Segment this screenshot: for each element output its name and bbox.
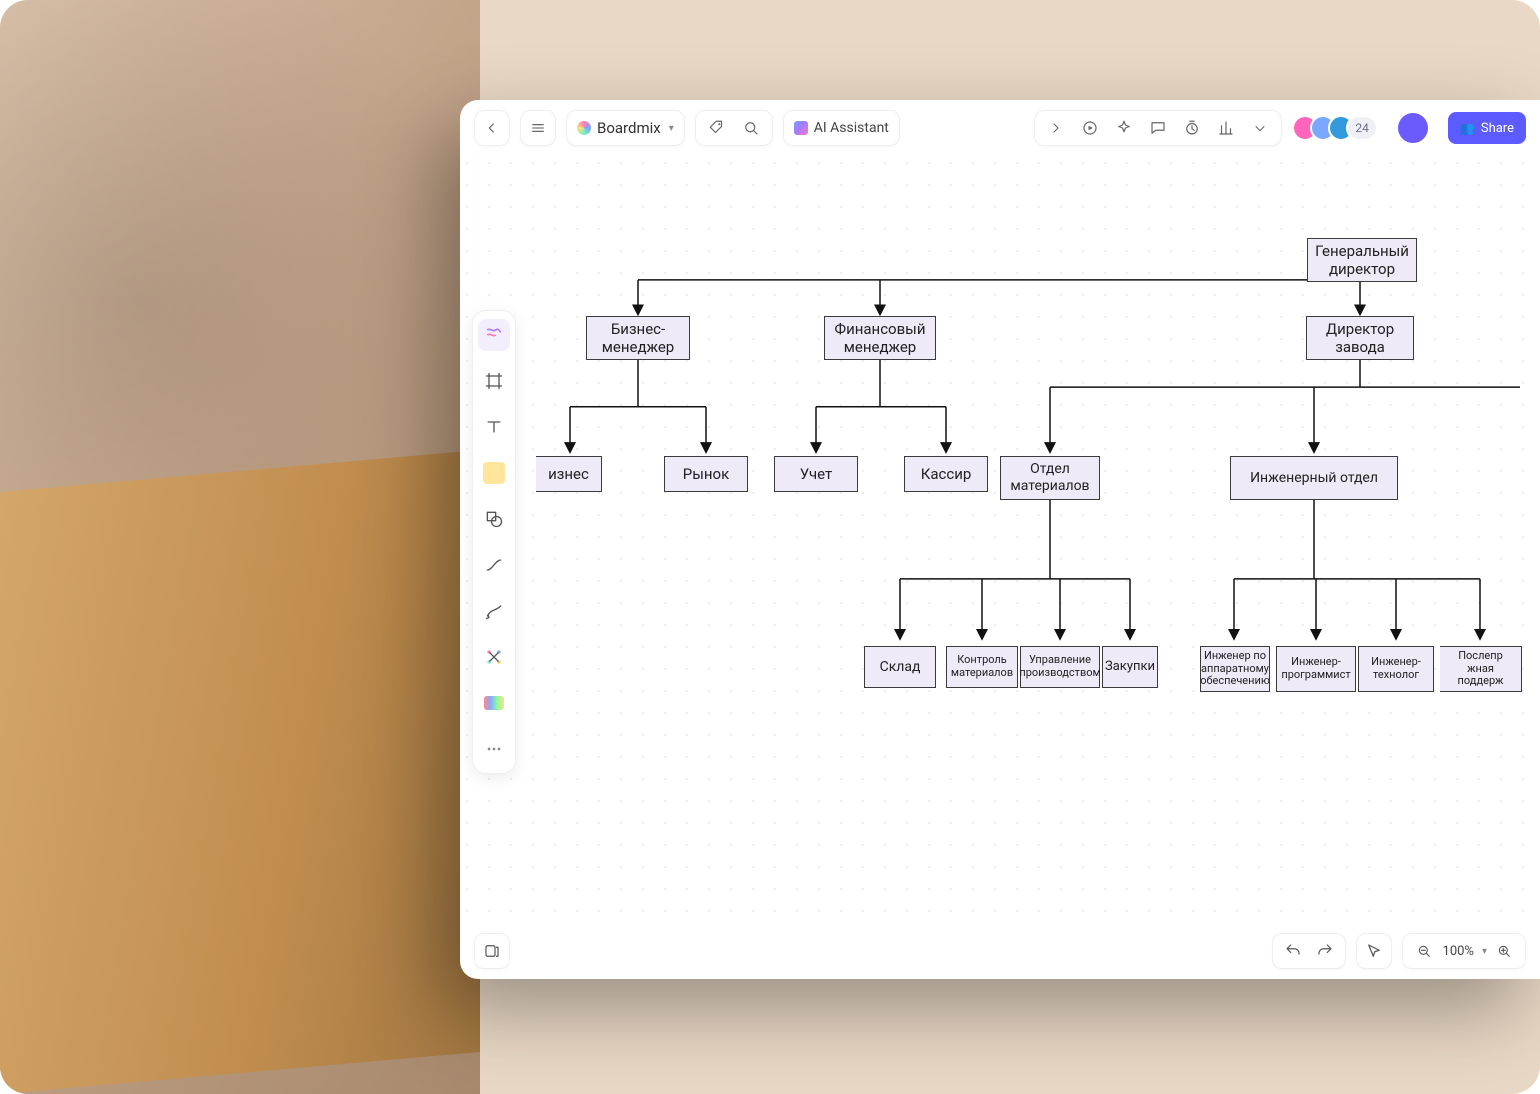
top-toolbar: Boardmix ▾ AI Assistant <box>460 100 1540 156</box>
tool-more[interactable] <box>478 733 510 765</box>
app-window: Boardmix ▾ AI Assistant <box>460 100 1540 979</box>
canvas[interactable]: Генеральный директор Бизнес- менеджер Фи… <box>460 156 1540 923</box>
cloud-icon <box>577 121 591 135</box>
presence-avatars[interactable]: 24 <box>1292 115 1378 141</box>
org-node-prod-mgmt[interactable]: Управление производством <box>1020 646 1100 688</box>
org-node-engineering[interactable]: Инженерный отдел <box>1230 456 1398 500</box>
tag-icon[interactable] <box>702 113 732 143</box>
org-node-fin-b[interactable]: Кассир <box>904 456 988 492</box>
cursor-mode-button[interactable] <box>1356 933 1392 969</box>
share-label: Share <box>1481 121 1514 136</box>
org-node-purchasing[interactable]: Закупки <box>1102 646 1158 688</box>
present-cluster <box>1034 110 1282 146</box>
ai-label: AI Assistant <box>814 120 889 136</box>
search-cluster <box>695 110 773 146</box>
zoom-in-button[interactable] <box>1491 938 1517 964</box>
share-button[interactable]: 👥 Share <box>1448 112 1526 144</box>
search-icon[interactable] <box>736 113 766 143</box>
org-node-hw-eng[interactable]: Инженер по аппаратному обеспечению <box>1200 646 1270 692</box>
ai-assistant-button[interactable]: AI Assistant <box>783 110 900 146</box>
org-node-materials[interactable]: Отдел материалов <box>1000 456 1100 500</box>
undo-button[interactable] <box>1279 937 1307 965</box>
back-button[interactable] <box>474 110 510 146</box>
current-user-avatar[interactable] <box>1398 113 1428 143</box>
org-node-mat-control[interactable]: Контроль материалов <box>946 646 1018 688</box>
document-title-chip[interactable]: Boardmix ▾ <box>566 110 685 146</box>
sparkle-icon[interactable] <box>1109 113 1139 143</box>
org-node-biz-a[interactable]: изнес <box>536 456 602 492</box>
share-icon: 👥 <box>1460 121 1475 135</box>
org-node-sw-eng[interactable]: Инженер- программист <box>1276 646 1356 692</box>
org-node-after-sales[interactable]: Послепр жная поддерж <box>1440 646 1522 692</box>
redo-button[interactable] <box>1311 937 1339 965</box>
ai-icon <box>794 121 808 135</box>
tool-shape[interactable] <box>478 503 510 535</box>
play-icon[interactable] <box>1075 113 1105 143</box>
menu-button[interactable] <box>520 110 556 146</box>
presence-count: 24 <box>1346 115 1378 141</box>
bottom-toolbar: 100% ▾ <box>460 923 1540 979</box>
history-group <box>1272 933 1346 969</box>
org-node-biz-manager[interactable]: Бизнес- менеджер <box>586 316 690 360</box>
zoom-percentage[interactable]: 100% <box>1441 944 1476 959</box>
tool-sticky-note[interactable] <box>478 457 510 489</box>
tool-mindmap[interactable] <box>478 641 510 673</box>
tool-rail <box>472 310 516 774</box>
chevron-right-icon[interactable] <box>1041 113 1071 143</box>
timer-icon[interactable] <box>1177 113 1207 143</box>
org-node-proc-eng[interactable]: Инженер- технолог <box>1358 646 1434 692</box>
tool-text[interactable] <box>478 411 510 443</box>
org-node-fin-a[interactable]: Учет <box>774 456 858 492</box>
more-chevron-icon[interactable] <box>1245 113 1275 143</box>
zoom-control: 100% ▾ <box>1402 933 1526 969</box>
comment-icon[interactable] <box>1143 113 1173 143</box>
palette-icon <box>484 696 504 710</box>
tool-pen[interactable] <box>478 595 510 627</box>
pages-panel-button[interactable] <box>474 933 510 969</box>
tool-connector[interactable] <box>478 549 510 581</box>
marketing-photo <box>0 0 480 1094</box>
vote-icon[interactable] <box>1211 113 1241 143</box>
chevron-down-icon[interactable]: ▾ <box>1482 946 1487 957</box>
org-node-root[interactable]: Генеральный директор <box>1307 238 1417 282</box>
tool-templates[interactable] <box>478 319 510 351</box>
tool-frame[interactable] <box>478 365 510 397</box>
sticky-icon <box>483 462 505 484</box>
org-node-fin-manager[interactable]: Финансовый менеджер <box>824 316 936 360</box>
org-node-warehouse[interactable]: Склад <box>864 646 936 688</box>
tool-table[interactable] <box>478 687 510 719</box>
document-title: Boardmix <box>597 119 661 137</box>
zoom-out-button[interactable] <box>1411 938 1437 964</box>
org-node-plant-director[interactable]: Директор завода <box>1306 316 1414 360</box>
chevron-down-icon: ▾ <box>669 123 674 134</box>
org-node-biz-b[interactable]: Рынок <box>664 456 748 492</box>
